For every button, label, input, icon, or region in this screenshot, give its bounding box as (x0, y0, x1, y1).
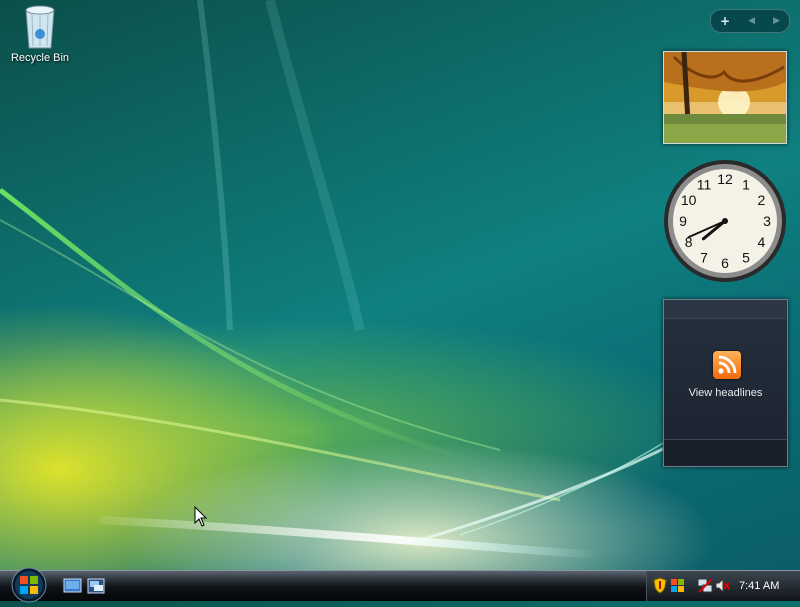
clock-numeral: 1 (742, 177, 750, 193)
mouse-pointer-icon (194, 506, 208, 527)
clock-gadget[interactable]: 12 1 2 3 4 5 6 7 8 9 10 11 (662, 158, 788, 284)
volume-muted-icon[interactable] (714, 577, 730, 594)
clock-numeral: 2 (757, 192, 765, 208)
clock-numeral: 5 (742, 249, 750, 265)
recycle-bin-shortcut[interactable]: Recycle Bin (6, 2, 74, 64)
desktop[interactable]: Recycle Bin + ◀ ▶ 12 1 2 3 4 5 6 7 8 9 10 11 (0, 0, 800, 570)
security-shield-icon[interactable] (652, 577, 668, 594)
clock-numeral: 6 (721, 255, 729, 271)
recycle-bin-icon (20, 2, 60, 50)
clock-numeral: 7 (700, 249, 708, 265)
clock-face: 12 1234567891011 (664, 160, 786, 282)
previous-page-button[interactable]: ◀ (748, 10, 755, 32)
slideshow-gadget[interactable] (663, 51, 787, 144)
rss-icon (713, 351, 741, 379)
start-button[interactable] (7, 567, 51, 603)
network-icon[interactable] (697, 577, 713, 594)
switch-windows-icon[interactable] (87, 578, 105, 594)
clock-numeral: 3 (763, 213, 771, 229)
start-orb-icon (11, 567, 47, 603)
show-desktop-icon[interactable] (63, 578, 82, 594)
gadget-controls: + ◀ ▶ (710, 9, 790, 33)
feed-bottom-band (664, 439, 787, 466)
add-gadget-button[interactable]: + (720, 10, 730, 32)
view-headlines-link[interactable]: View headlines (664, 387, 787, 399)
taskbar: 7:41 AM (0, 567, 800, 603)
feed-top-band (664, 300, 787, 319)
clock-numeral: 9 (679, 213, 687, 229)
clock-numeral: 10 (681, 192, 697, 208)
clock-numeral: 11 (697, 177, 712, 193)
feed-headlines-gadget[interactable]: View headlines (663, 299, 788, 467)
windows-update-icon[interactable] (670, 577, 686, 594)
taskbar-clock[interactable]: 7:41 AM (739, 571, 779, 601)
next-page-button[interactable]: ▶ (773, 10, 780, 32)
clock-numeral: 4 (757, 234, 765, 250)
recycle-bin-label: Recycle Bin (10, 52, 70, 64)
autumn-landscape-photo (664, 52, 786, 143)
clock-numeral: 12 (717, 171, 733, 187)
